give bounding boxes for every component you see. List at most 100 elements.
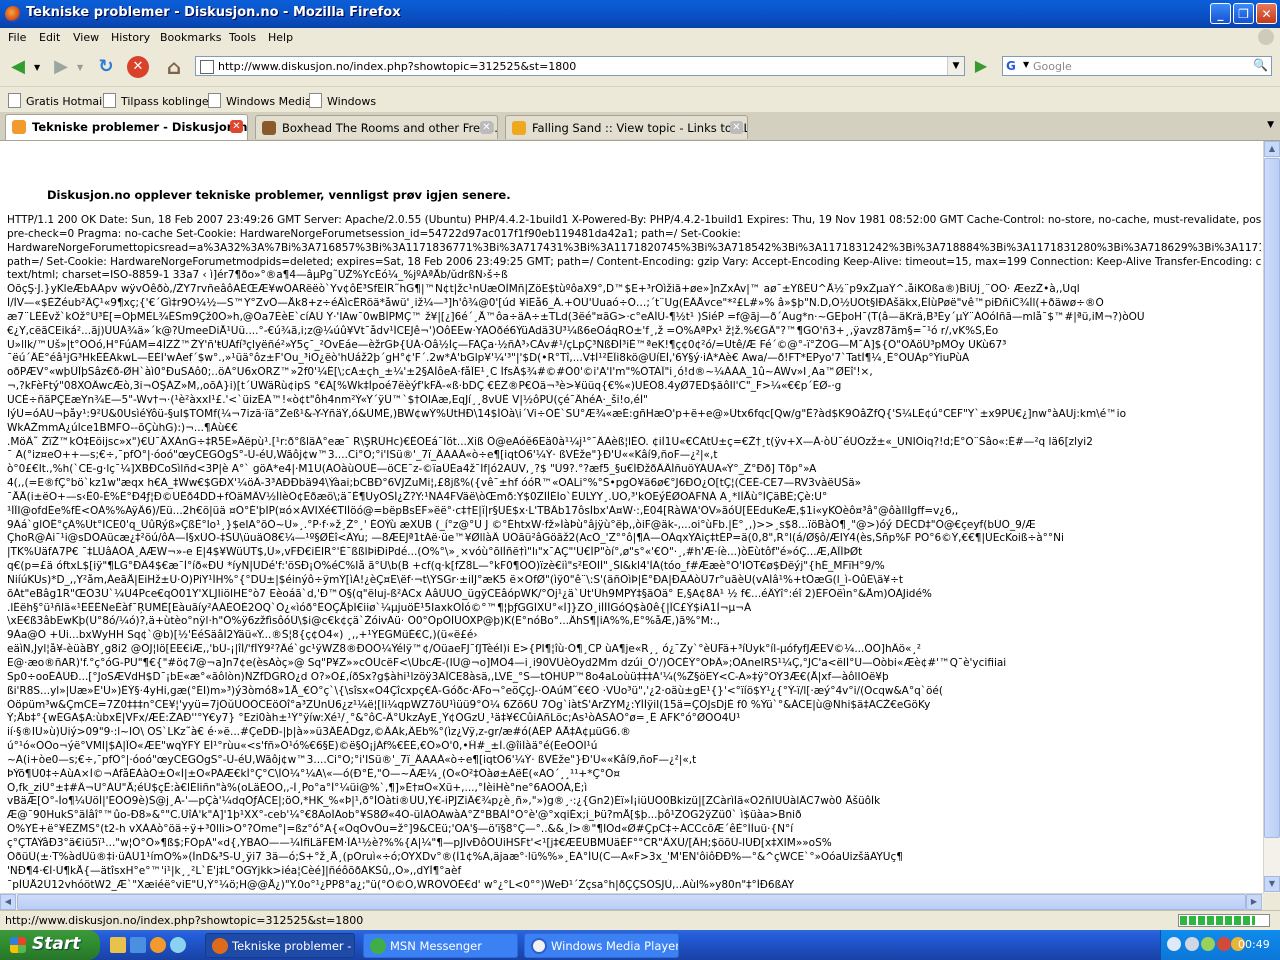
garbled-line: Ó%YÈ+ë°¥ÉZMS°(t2-h vXÀÄò°öä÷ÿ+³0lli>Ò°?Ö… (7, 823, 794, 836)
garbled-line: €¿Y,cëãCEiká²...ãj)ÜÜÁ¾ä»´k@?ÜmeeDiÅ¹Ùü.… (7, 324, 999, 337)
garbled-line: Ó‚fk_ziÜ°±‡#Â¬U°ÀÙ"Å;éÜ$çÊ:à€lÉliñn"à%(o… (7, 781, 588, 794)
quicklaunch-firefox-icon[interactable] (150, 937, 166, 953)
google-engine-icon[interactable]: G (1006, 59, 1024, 73)
tab-list-dropdown-icon[interactable]: ▼ (1267, 120, 1274, 130)
page-content: Diskusjon.no opplever tekniske problemer… (0, 141, 1263, 893)
tray-messenger-icon[interactable] (1201, 937, 1215, 951)
garbled-line: ÇhoR@Ái¯¹i@sDÒAücæ¿‡²öú/ôÃ—Ì§xÙÖ-‡ŠÛ\üuä… (7, 532, 1064, 545)
garbled-line: ÞÝõ¶Ú0‡÷ÀùA×Ì©¬ÀfåÉÀàO±Ó«Ì|±O«PÁÆ€kÍ°Ç°C… (7, 767, 621, 780)
garbled-line: ú°¹ó«ÖÖo¬ýë°VMI|$Ä|ÎÓ«ÆE"wqÝFÝ ËÍ¹°rùu«<… (7, 740, 598, 753)
garbled-line: Sp0÷ooÉÀÙÐ...[°JoSÆVdH$D¯¡bE«æ°«ãôlòn)ÑZ… (7, 670, 889, 683)
tab-tekniske-problemer[interactable]: Tekniske problemer - Diskusjon.no ✕ (5, 114, 248, 140)
back-button[interactable]: ◀ (5, 54, 31, 80)
bookmark-windows[interactable]: Windows (309, 93, 376, 108)
scroll-up-icon[interactable]: ▲ (1264, 141, 1280, 157)
search-box[interactable]: G ▼ Google 🔍 (1002, 56, 1272, 76)
bookmark-gratis-hotmail[interactable]: Gratis Hotmail (8, 93, 105, 108)
raw-response-text: HTTP/1.1 200 OK Date: Sun, 18 Feb 2007 2… (7, 214, 1261, 892)
garbled-line: .MöÂ˜ ŽïŽ™kÔ‡Eöijsc»x")€Ù¯ÂXÁnG÷‡R5Ê»Âëp… (7, 435, 1093, 448)
menu-bookmarks[interactable]: Bookmarks (160, 31, 221, 44)
search-icon[interactable]: 🔍 (1253, 58, 1269, 74)
garbled-line: ¹ÍÎI@ofdÈe%fÉ<ÕÁ%%ÁÿÂ6)/Ëü...2h€ö|üä ¤Ó°… (7, 504, 959, 517)
scroll-down-icon[interactable]: ▼ (1264, 876, 1280, 892)
loading-progress-bar (1178, 914, 1270, 927)
go-button[interactable]: ▶ (970, 56, 992, 76)
bookmark-page-icon (208, 93, 221, 108)
tab-close-icon[interactable]: ✕ (730, 121, 743, 134)
tray-collapse-icon[interactable] (1167, 937, 1181, 951)
search-input[interactable]: Google (1033, 60, 1072, 73)
garbled-line: ÔõçŞ·J.}yKleÆbÃÃpv wÿvÔêðò,/ŽY7rvñeâôÃÉŒ… (7, 283, 1080, 296)
menu-edit[interactable]: Edit (39, 31, 60, 44)
tab-boxhead[interactable]: Boxhead The Rooms and other Free I... ✕ (255, 115, 498, 139)
bookmark-windows-media[interactable]: Windows Media (208, 93, 312, 108)
garbled-line: ÓðüÛ(±·T%àdÜü®‡i·üÁÜ1¹ímÕ%»(ÌnD&³S-Ü¸ÿi7… (7, 850, 903, 863)
quicklaunch-desktop-icon[interactable] (110, 937, 126, 953)
garbled-line: |TK%ÚäfA7P€ ¯‡LÙâÁÓÁ¸ÃÆW¬»-e É|4$¥WüÚT$‚… (7, 546, 863, 559)
garbled-line: eäìN,Jyl¦å¥-èüàBY¸g8i2 @ÖJ¦lö[ËE€iÆ,,'bÚ… (7, 643, 921, 656)
menu-view[interactable]: View (73, 31, 99, 44)
taskbar-msn-messenger[interactable]: MSN Messenger (363, 933, 518, 958)
minimize-button[interactable]: _ (1210, 3, 1231, 24)
forward-history-dropdown-icon[interactable]: ▼ (77, 63, 83, 72)
garbled-line: 9Äá`glÓÊ°çÄ%Ùt°ICE0'q_ÜûRýß»ÇßÈ°lo¹¸}$eI… (7, 518, 1036, 531)
garbled-line: ç°ÇTÁÝâÐ3°ä€iü5ï¹..."w¦Ó°Ö»¶ß$;FÖpÄ"«d{,… (7, 836, 832, 849)
tray-network-icon[interactable] (1185, 937, 1199, 951)
header-line: path=/ Set-Cookie: HardwareNorgeForumetm… (7, 255, 1261, 268)
header-line: HardwareNorgeForumettopicsread=a%3A32%3A… (7, 241, 1261, 254)
scroll-left-icon[interactable]: ◀ (0, 894, 16, 910)
garbled-line: 'ÑÐ¶4·€Ì·Ù¶kÅ{—ätîsxH°e°™'i¹|k¸¸²L`È'j‡L… (7, 864, 462, 877)
header-line: text/html; charset=ISO-8859-1 33a7 ‹ ì]é… (7, 269, 508, 282)
url-text[interactable]: http://www.diskusjon.no/index.php?showto… (218, 60, 576, 73)
maximize-button[interactable]: ❐ (1233, 3, 1254, 24)
back-history-dropdown-icon[interactable]: ▼ (34, 63, 40, 72)
search-engine-dropdown-icon[interactable]: ▼ (1023, 60, 1029, 69)
menu-tools[interactable]: Tools (229, 31, 256, 44)
garbled-line: IýÙ=óÁÙ¬þåy¹:9²Ü&0UsìéÝôü-§uI$TÖMf(¼¬7iz… (7, 407, 1127, 420)
bookmark-tilpass-koblinger[interactable]: Tilpass koblinger (103, 93, 213, 108)
tab-close-icon[interactable]: ✕ (230, 120, 243, 133)
quicklaunch-folder-icon[interactable] (130, 937, 146, 953)
error-message: Diskusjon.no opplever tekniske problemer… (47, 188, 511, 202)
tab-bar: Tekniske problemer - Diskusjon.no ✕ Boxh… (0, 112, 1280, 141)
taskbar-firefox-window[interactable]: Tekniske problemer - ... (205, 933, 355, 958)
garbled-line: Ì/ÌV—«$ÈŽéub²ÂÇ¹«9¶xç;{'€´Gì‡r9Ó¼½—S™Ÿ°Z… (7, 297, 1104, 310)
home-button[interactable]: ⌂ (161, 54, 187, 80)
garbled-line: ¯ Ã(°iz¤eO++—s;€÷,¯pfÖ°|·óoó"œyCEGÖgS°-Ù… (7, 449, 718, 462)
reload-button[interactable]: ↻ (93, 54, 119, 80)
start-button[interactable]: Start (0, 930, 100, 960)
firefox-icon (5, 6, 21, 22)
scroll-right-icon[interactable]: ▶ (1246, 894, 1262, 910)
vertical-scroll-thumb[interactable] (1264, 158, 1280, 838)
garbled-line: \xE€ß3âbEwKþ(Ù°8ó/¼ó)?,ä+ùtèo°nÿl·h"Ô%ÿ6… (7, 615, 720, 628)
garbled-gzip-body: ÔõçŞ·J.}yKleÆbÃÃpv wÿvÔêðò,/ŽY7rvñeâôÃÉŒ… (7, 283, 1261, 892)
stop-button[interactable]: ✕ (127, 56, 149, 78)
tab-close-icon[interactable]: ✕ (480, 121, 493, 134)
msn-messenger-icon (370, 938, 386, 954)
firefox-icon (212, 938, 228, 954)
diskusjon-favicon (12, 120, 26, 134)
horizontal-scrollbar[interactable]: ◀ ▶ (0, 893, 1263, 910)
garbled-line: ¯pÌÜÅ2Ü12vhóötW2_Æ`"Xæiéë°viE"Ü,Ý°¼ö;H@@… (7, 878, 795, 891)
throbber-icon (1258, 29, 1274, 45)
header-line: HTTP/1.1 200 OK Date: Sun, 18 Feb 2007 2… (7, 214, 1261, 226)
bookmark-page-icon (103, 93, 116, 108)
menu-help[interactable]: Help (268, 31, 293, 44)
horizontal-scroll-thumb[interactable] (17, 894, 1246, 910)
title-bar: Tekniske problemer - Diskusjon.no - Mozi… (0, 0, 1280, 28)
boxhead-favicon (262, 121, 276, 135)
url-dropdown-icon[interactable]: ▼ (947, 57, 964, 75)
menu-file[interactable]: File (8, 31, 26, 44)
tray-security-icon[interactable] (1217, 937, 1231, 951)
vertical-scrollbar[interactable]: ▲ ▼ (1263, 141, 1280, 893)
quicklaunch-media-icon[interactable] (170, 937, 186, 953)
window-title: Tekniske problemer - Diskusjon.no - Mozi… (26, 5, 401, 20)
close-button[interactable]: ✕ (1256, 3, 1277, 24)
url-bar[interactable]: http://www.diskusjon.no/index.php?showto… (195, 56, 965, 76)
tab-falling-sand[interactable]: Falling Sand :: View topic - Links to AL… (505, 115, 748, 139)
taskbar-windows-media-player[interactable]: Windows Media Player (524, 933, 679, 958)
forward-button[interactable]: ▶ (48, 54, 74, 80)
bookmarks-toolbar: Gratis Hotmail Tilpass koblinger Windows… (0, 88, 1280, 113)
garbled-line: U»llk/™Uš»|t°OÓó,H°FúAM=4ÍZŽ™ŽÝ'ñ'ŧÚÁfí³… (7, 338, 1007, 351)
menu-history[interactable]: History (111, 31, 150, 44)
